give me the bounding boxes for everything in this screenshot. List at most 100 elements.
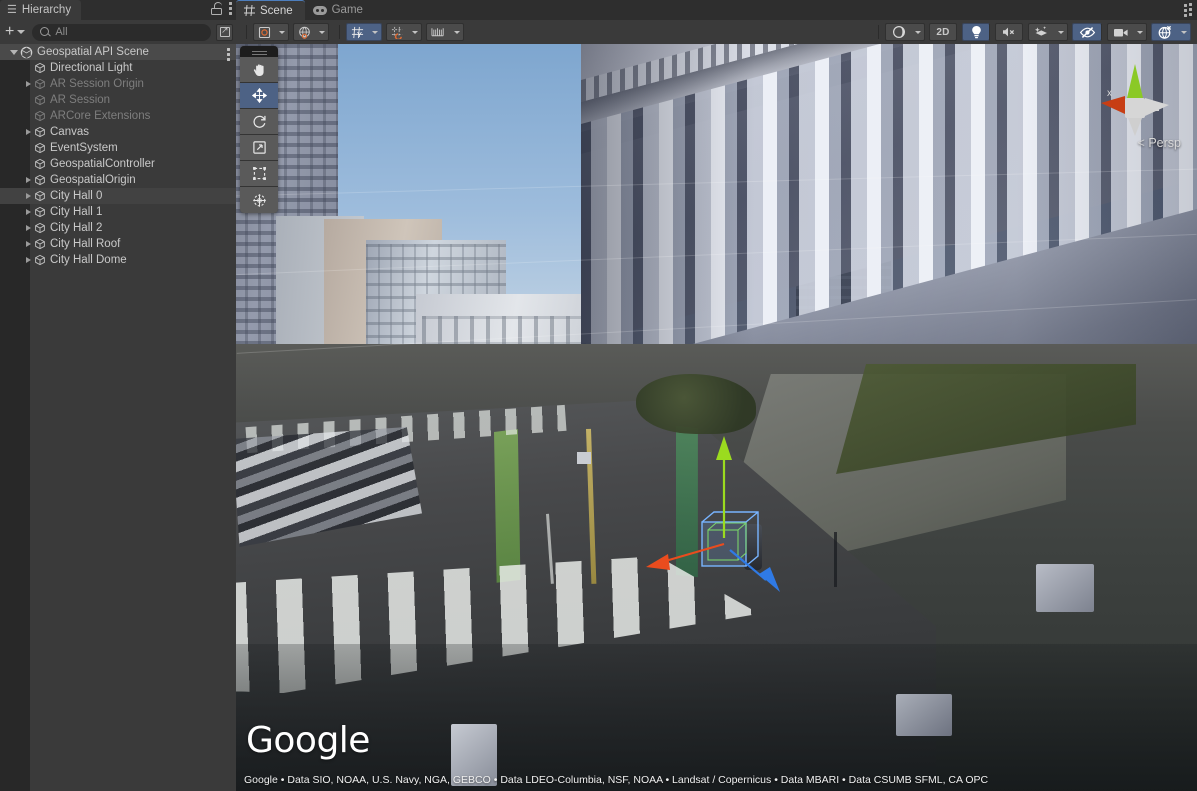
rect-tool[interactable] — [240, 161, 278, 187]
gameobject-icon — [34, 174, 46, 186]
hierarchy-icon: ☰ — [7, 5, 17, 16]
2d-toggle-button[interactable]: 2D — [929, 23, 957, 41]
hierarchy-row-label: EventSystem — [50, 140, 118, 156]
hierarchy-row-label: GeospatialOrigin — [50, 172, 136, 188]
hierarchy-row[interactable]: City Hall 2 — [0, 220, 236, 236]
move-gizmo[interactable] — [646, 434, 826, 624]
tab-scene[interactable]: Scene — [236, 0, 305, 20]
gizmo-z-handle — [759, 567, 780, 592]
create-object-button[interactable]: + — [3, 23, 29, 41]
transform-tool[interactable] — [240, 187, 278, 213]
grid-size-dropdown[interactable] — [450, 23, 464, 41]
expand-toggle[interactable] — [22, 257, 34, 263]
pivot-mode-button[interactable] — [253, 23, 289, 41]
grid-ruler-icon — [431, 26, 446, 38]
expand-toggle[interactable] — [22, 225, 34, 231]
snap-increment-dropdown[interactable] — [408, 23, 422, 41]
drag-handle-icon[interactable] — [240, 46, 278, 57]
hierarchy-row[interactable]: GeospatialOrigin — [0, 172, 236, 188]
hierarchy-row[interactable]: City Hall Dome — [0, 252, 236, 268]
hierarchy-row-label: City Hall 1 — [50, 204, 102, 220]
tab-game[interactable]: Game — [305, 0, 375, 20]
chevron-down-icon — [10, 50, 18, 55]
gizmo-axis-y-neg — [1128, 118, 1142, 136]
camera-settings-dropdown[interactable] — [1133, 23, 1147, 41]
gameobject-icon — [34, 62, 46, 74]
scene-visibility-button[interactable] — [1072, 23, 1102, 41]
snap-increment-button[interactable] — [386, 23, 422, 41]
rect-transform-icon — [251, 165, 268, 182]
shading-mode-button[interactable] — [885, 23, 925, 41]
hierarchy-toolbar: + — [0, 20, 236, 44]
expand-toggle[interactable] — [22, 129, 34, 135]
hierarchy-row[interactable]: Canvas — [0, 124, 236, 140]
scale-icon — [251, 139, 268, 156]
unity-editor-window: ☰ Hierarchy + Geospatial API SceneDirect… — [0, 0, 1197, 791]
expand-toggle[interactable] — [22, 193, 34, 199]
grid-snap-y-icon: Y — [351, 26, 364, 39]
hierarchy-row-label: City Hall Dome — [50, 252, 127, 268]
hierarchy-row[interactable]: AR Session Origin — [0, 76, 236, 92]
pivot-center-icon — [258, 26, 271, 39]
effects-button[interactable] — [1028, 23, 1068, 41]
camera-settings-button[interactable] — [1107, 23, 1147, 41]
effects-dropdown[interactable] — [1054, 23, 1068, 41]
pivot-rotation-dropdown[interactable] — [315, 23, 329, 41]
open-in-new-window-button[interactable] — [216, 24, 233, 41]
shading-mode-dropdown[interactable] — [911, 23, 925, 41]
open-in-new-window-icon — [220, 27, 230, 37]
hierarchy-row[interactable]: Geospatial API Scene — [0, 44, 236, 60]
hierarchy-row[interactable]: Directional Light — [0, 60, 236, 76]
rotate-tool[interactable] — [240, 109, 278, 135]
move-tool[interactable] — [240, 83, 278, 109]
camera-icon — [1113, 27, 1129, 38]
tab-game-label: Game — [332, 4, 363, 16]
grid-snapping-dropdown[interactable] — [368, 23, 382, 41]
svg-text:Y: Y — [357, 30, 362, 39]
search-input[interactable] — [55, 26, 203, 38]
toolbar-divider — [246, 25, 247, 39]
pivot-mode-dropdown[interactable] — [275, 23, 289, 41]
hierarchy-tree[interactable]: Geospatial API SceneDirectional LightAR … — [0, 44, 236, 791]
hierarchy-row[interactable]: AR Session — [0, 92, 236, 108]
expand-toggle[interactable] — [8, 50, 20, 55]
gizmos-dropdown[interactable] — [1177, 23, 1191, 41]
hierarchy-row[interactable]: City Hall 1 — [0, 204, 236, 220]
scene-lighting-button[interactable] — [962, 23, 990, 41]
scene-grid-icon — [244, 5, 255, 16]
gameobject-icon — [34, 142, 46, 154]
scene-audio-button[interactable] — [995, 23, 1023, 41]
projection-label-group[interactable]: < Persp — [1138, 136, 1181, 150]
tab-hierarchy[interactable]: ☰ Hierarchy — [0, 0, 81, 20]
hierarchy-search-field[interactable] — [32, 24, 211, 41]
grid-size-button[interactable] — [426, 23, 464, 41]
lock-icon[interactable] — [211, 2, 222, 15]
scale-tool[interactable] — [240, 135, 278, 161]
chevron-down-icon — [17, 30, 25, 34]
hierarchy-row-label: GeospatialController — [50, 156, 155, 172]
hierarchy-row[interactable]: EventSystem — [0, 140, 236, 156]
hierarchy-row[interactable]: City Hall Roof — [0, 236, 236, 252]
expand-toggle[interactable] — [22, 81, 34, 87]
gameobject-icon — [34, 222, 46, 234]
foreground-shadow — [236, 644, 1197, 791]
hierarchy-row[interactable]: ARCore Extensions — [0, 108, 236, 124]
gizmo-axis-x-label: x — [1107, 88, 1112, 99]
expand-toggle[interactable] — [22, 209, 34, 215]
hierarchy-menu-icon[interactable] — [229, 2, 232, 15]
expand-toggle[interactable] — [22, 241, 34, 247]
hand-tool[interactable] — [240, 57, 278, 83]
gizmos-button[interactable] — [1151, 23, 1191, 41]
scene-viewport[interactable]: y x < Persp Google Google • Data SIO, NO… — [236, 44, 1197, 791]
expand-toggle[interactable] — [22, 177, 34, 183]
hierarchy-row[interactable]: City Hall 0 — [0, 188, 236, 204]
pole-vertical — [834, 532, 837, 587]
hierarchy-row[interactable]: GeospatialController — [0, 156, 236, 172]
grid-snapping-button[interactable]: Y — [346, 23, 382, 41]
window-menu-icon[interactable] — [1184, 4, 1187, 17]
pivot-rotation-button[interactable] — [293, 23, 329, 41]
map-attribution: Google • Data SIO, NOAA, U.S. Navy, NGA,… — [244, 774, 988, 786]
gizmo-axis-y-pos — [1127, 64, 1143, 98]
eye-crossed-icon — [1079, 26, 1096, 39]
scene-menu-icon[interactable] — [1189, 3, 1192, 16]
